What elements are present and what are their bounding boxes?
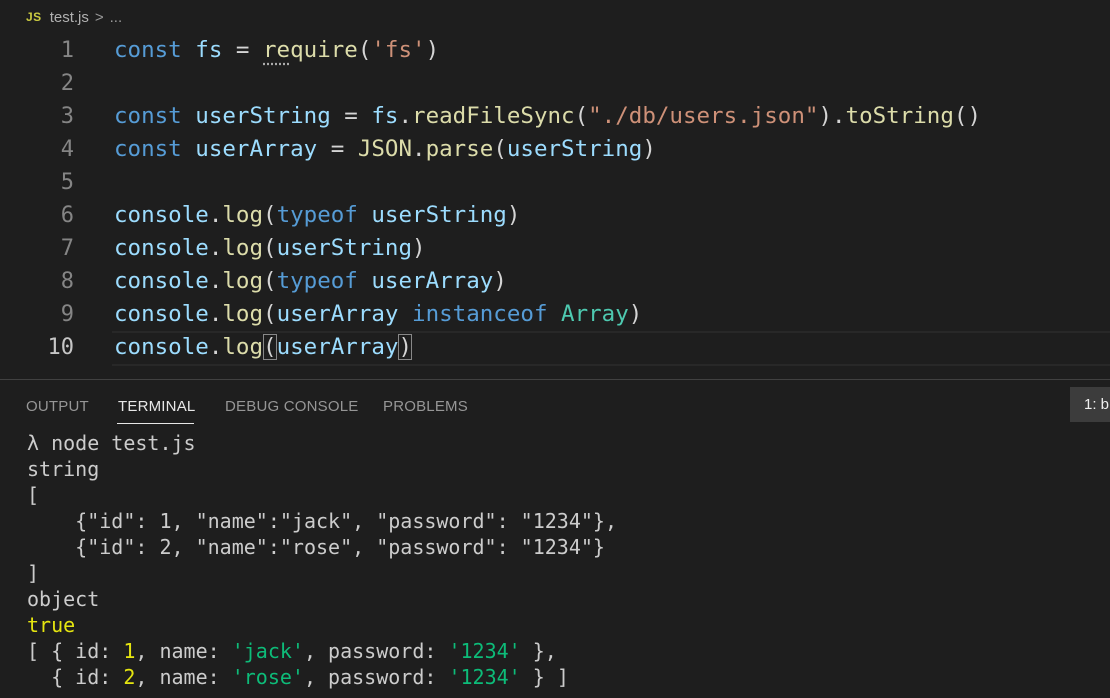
terminal-line: ] — [27, 561, 40, 585]
terminal-line: [ — [27, 483, 40, 507]
line-number: 8 — [60, 269, 74, 294]
tab-terminal[interactable]: TERMINAL — [118, 398, 195, 415]
code-text: console.log(userString) — [114, 235, 426, 261]
terminal-selector[interactable]: 1: b — [1070, 387, 1110, 422]
line-number: 6 — [60, 203, 74, 228]
code-line: 7 console.log(userString) — [0, 232, 1110, 265]
code-line: 5 — [0, 166, 1110, 199]
code-line: 9 console.log(userArray instanceof Array… — [0, 298, 1110, 331]
code-line: 1 const fs = require('fs') — [0, 34, 1110, 67]
line-number: 1 — [60, 38, 74, 63]
tab-problems[interactable]: PROBLEMS — [383, 398, 468, 415]
code-line: 6 console.log(typeof userString) — [0, 199, 1110, 232]
breadcrumb-file[interactable]: test.js — [50, 9, 89, 26]
code-text: console.log(typeof userString) — [114, 202, 521, 228]
terminal-line: true — [27, 613, 76, 637]
tab-output[interactable]: OUTPUT — [26, 398, 89, 415]
breadcrumb: JS test.js > ... — [0, 0, 1110, 34]
code-line: 4 const userArray = JSON.parse(userStrin… — [0, 133, 1110, 166]
line-number: 9 — [60, 302, 74, 327]
code-text: console.log(userArray instanceof Array) — [114, 301, 643, 327]
chevron-right-icon: > — [94, 8, 104, 26]
line-number: 7 — [60, 236, 74, 261]
line-number: 10 — [47, 335, 75, 360]
terminal-line-colored: { id: 2, name: 'rose', password: '1234' … — [27, 665, 569, 689]
line-number: 3 — [60, 104, 74, 129]
code-text: const userString = fs.readFileSync("./db… — [114, 103, 981, 129]
terminal-line-colored: [ { id: 1, name: 'jack', password: '1234… — [27, 639, 557, 663]
code-line: 3 const userString = fs.readFileSync("./… — [0, 100, 1110, 133]
code-editor[interactable]: 1 const fs = require('fs') 2 3 const use… — [0, 34, 1110, 374]
line-number: 2 — [60, 71, 74, 96]
terminal-line: string — [27, 457, 100, 481]
tab-debug-console[interactable]: DEBUG CONSOLE — [225, 398, 358, 415]
code-text: console.log(userArray) — [114, 334, 413, 360]
active-tab-indicator — [117, 423, 194, 424]
code-line-active: 10 console.log(userArray) — [0, 331, 1110, 364]
code-line: 8 console.log(typeof userArray) — [0, 265, 1110, 298]
line-number: 4 — [60, 137, 74, 162]
code-line: 2 — [0, 67, 1110, 100]
terminal-line: {"id": 2, "name":"rose", "password": "12… — [27, 535, 605, 559]
code-text: const fs = require('fs') — [114, 37, 440, 63]
terminal-output[interactable]: λ node test.js string [ {"id": 1, "name"… — [27, 430, 1110, 698]
line-number: 5 — [60, 170, 74, 195]
code-text: const userArray = JSON.parse(userString) — [114, 136, 656, 162]
panel-tab-bar: OUTPUT TERMINAL DEBUG CONSOLE PROBLEMS 1… — [0, 380, 1110, 426]
terminal-line: λ node test.js — [27, 431, 196, 455]
breadcrumb-symbols[interactable]: ... — [110, 9, 123, 26]
terminal-line: object — [27, 587, 100, 611]
javascript-file-icon: JS — [26, 10, 42, 24]
code-text: console.log(typeof userArray) — [114, 268, 507, 294]
terminal-line: {"id": 1, "name":"jack", "password": "12… — [27, 509, 618, 533]
